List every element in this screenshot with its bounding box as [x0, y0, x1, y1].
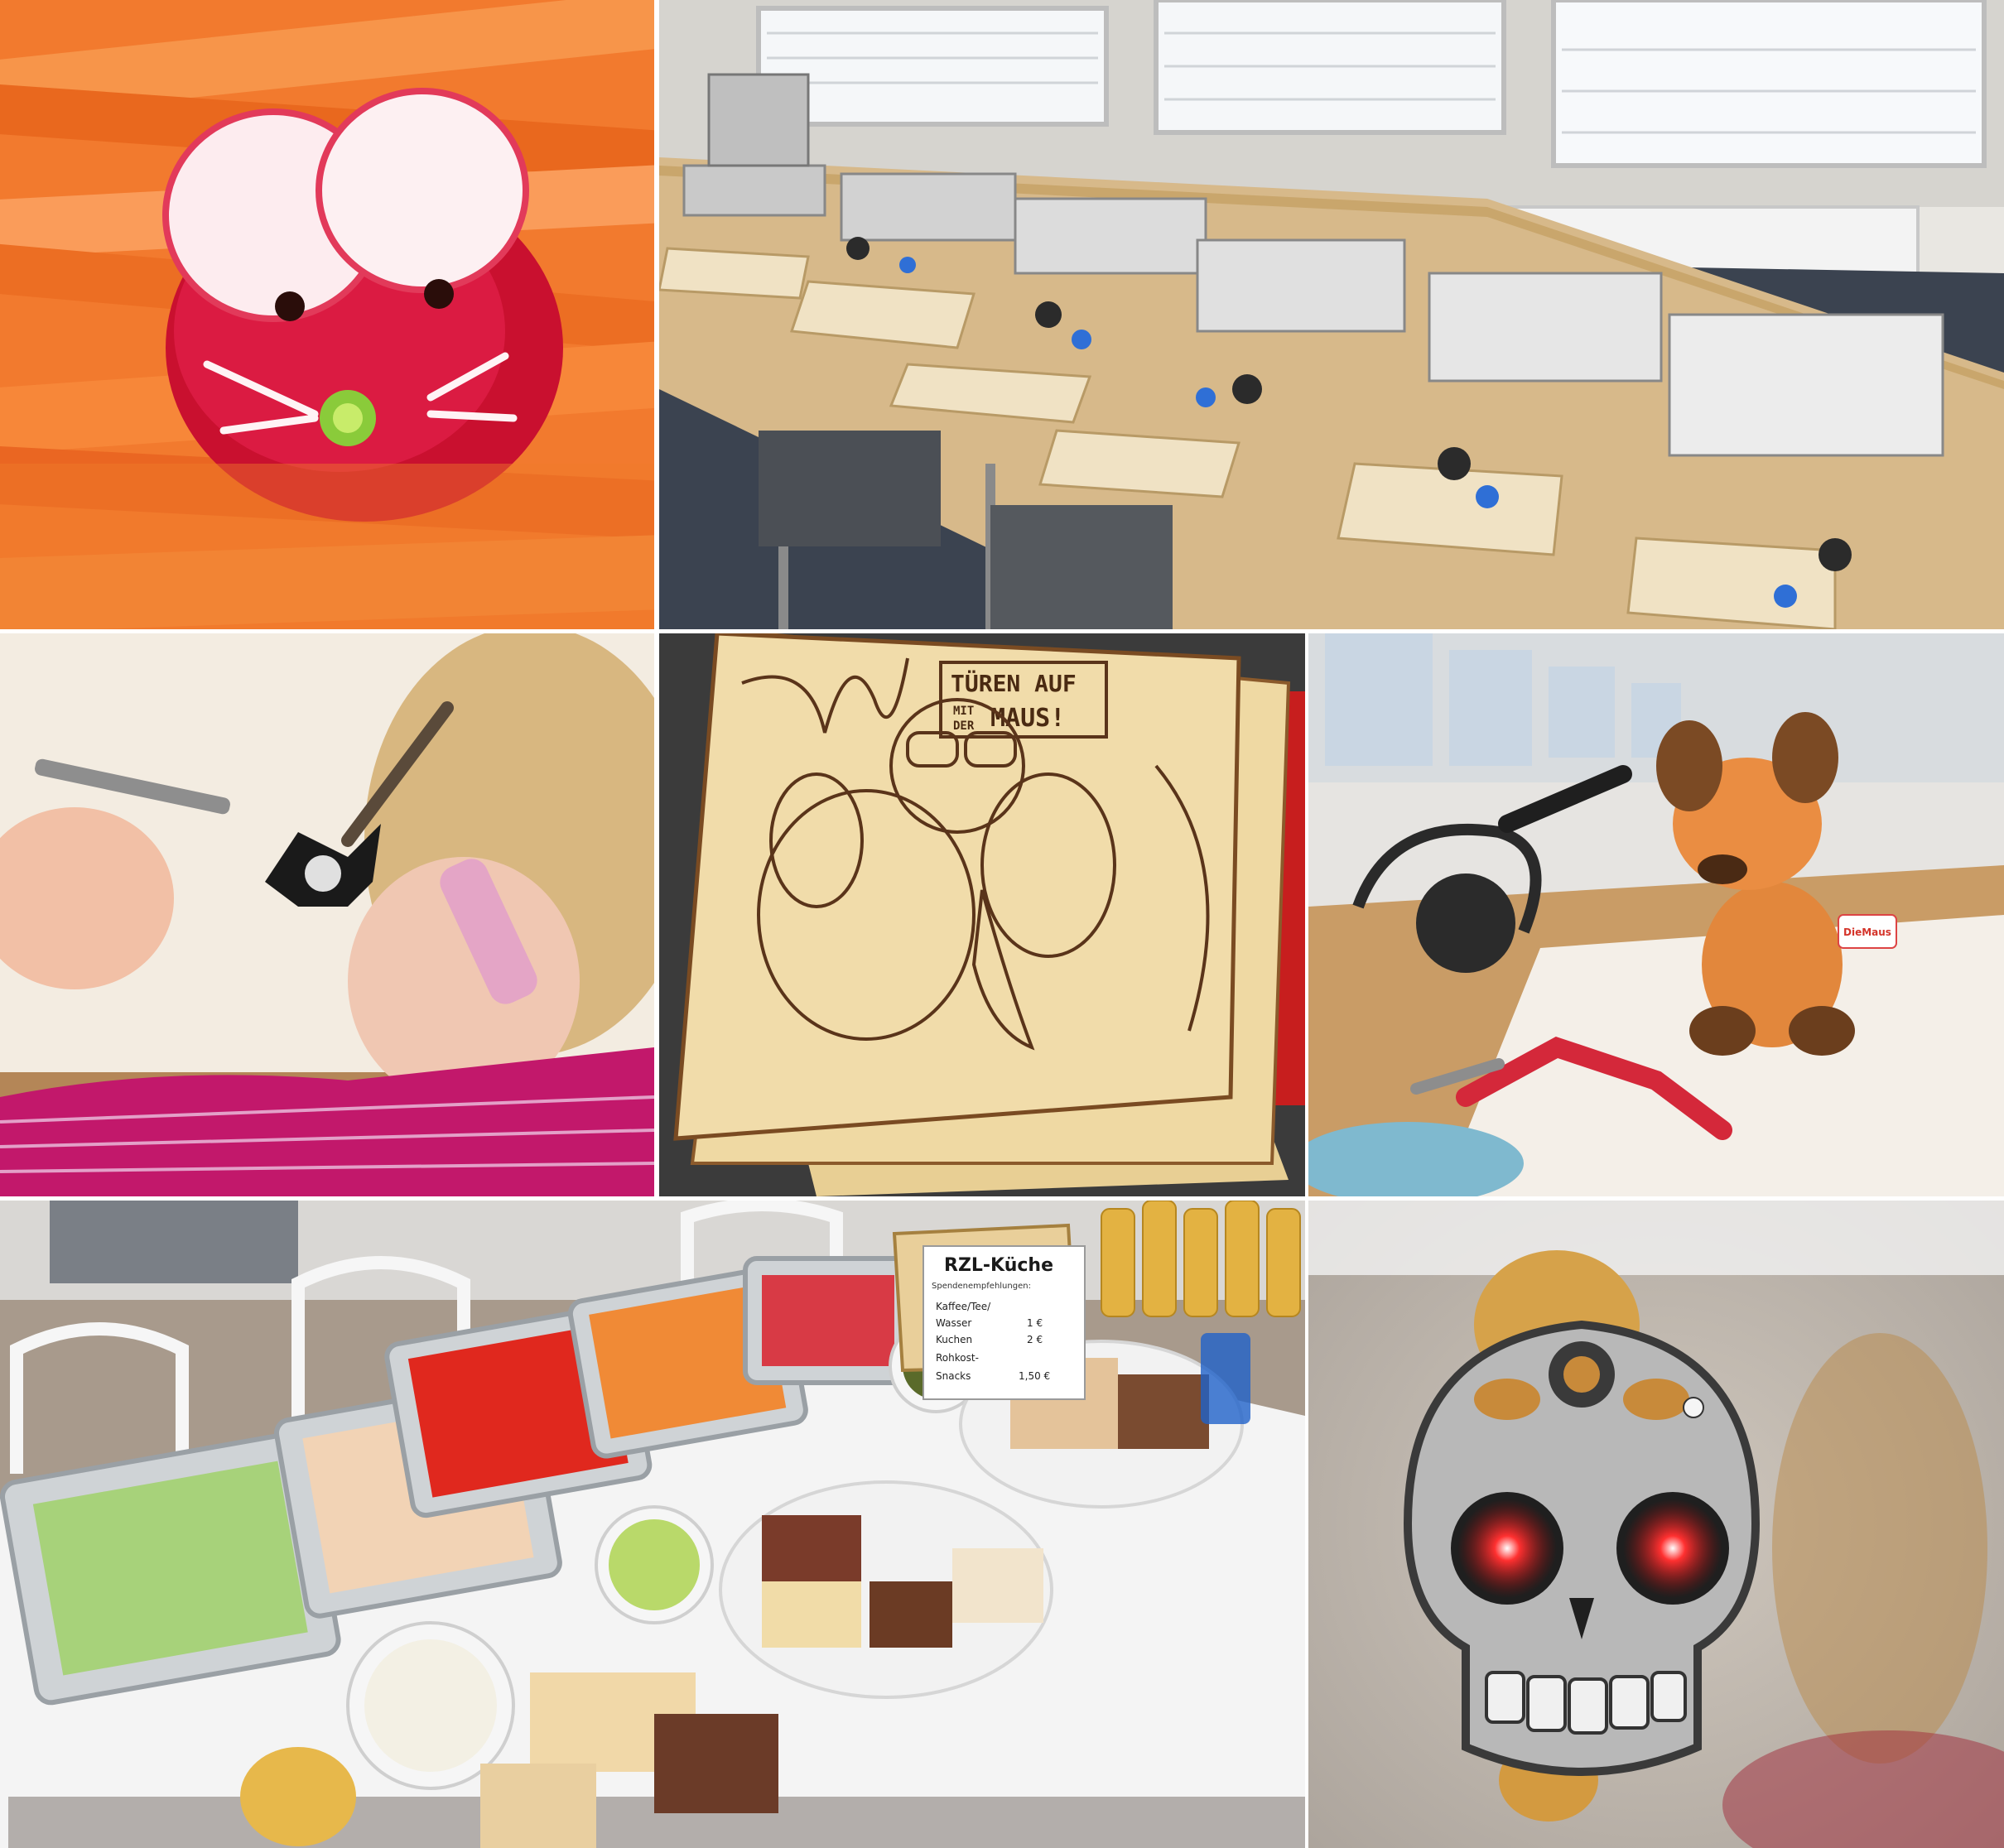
engraving-sign-small2: DER: [953, 719, 975, 733]
price-item-label: Kuchen: [936, 1334, 972, 1345]
engraved-boards-illustration: TÜREN AUF MIT DER MAUS!: [659, 633, 1305, 1196]
buffet-illustration: RZL-Küche Spendenempfehlungen: Kaffee/Te…: [0, 1201, 1305, 1848]
photo-skull-badge: [1308, 1201, 2004, 1848]
price-item-label: Snacks: [936, 1370, 971, 1382]
photo-engraved-boards: TÜREN AUF MIT DER MAUS!: [659, 633, 1305, 1196]
bottles: [1101, 1201, 1301, 1317]
engraving-sign-line1: TÜREN AUF: [951, 669, 1077, 697]
skull-badge-illustration: [1308, 1201, 2004, 1848]
child-soldering-illustration: [0, 633, 654, 1196]
plush-mouse-illustration: DieMaus: [1308, 633, 2004, 1196]
engraving-sign-small1: MIT: [953, 705, 974, 718]
price-item-value: 2 €: [1027, 1334, 1043, 1345]
price-item-label: Rohkost-: [936, 1352, 979, 1364]
price-sign-subtitle: Spendenempfehlungen:: [932, 1282, 1031, 1291]
photo-buffet: RZL-Küche Spendenempfehlungen: Kaffee/Te…: [0, 1201, 1305, 1848]
photo-radish-mouse: [0, 0, 654, 629]
led-eye-right: [1623, 1499, 1722, 1598]
price-item-value: 1,50 €: [1019, 1370, 1050, 1382]
price-sign-title: RZL-Küche: [944, 1255, 1053, 1276]
photo-child-soldering: [0, 633, 654, 1196]
plush-tag-text: DieMaus: [1843, 926, 1891, 938]
workstations-illustration: [659, 0, 2004, 629]
led-eye-left: [1457, 1499, 1557, 1598]
photo-soldering-workstations: [659, 0, 2004, 629]
donation-box: RZL-Küche Spendenempfehlungen: Kaffee/Te…: [892, 1223, 1086, 1400]
price-item-label: Wasser: [936, 1317, 971, 1329]
radish-mouse-illustration: [0, 0, 654, 629]
photo-plush-mouse: DieMaus: [1308, 633, 2004, 1196]
price-item-value: 1 €: [1027, 1317, 1043, 1329]
price-item-label: Kaffee/Tee/: [936, 1301, 991, 1312]
